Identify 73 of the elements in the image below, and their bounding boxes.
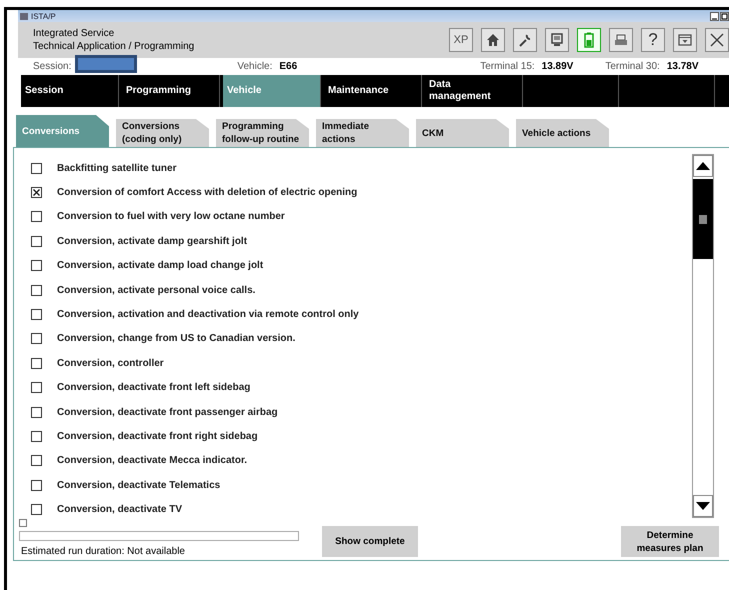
toolbar-button[interactable]: XP: [449, 28, 473, 52]
action-button[interactable]: Show complete: [322, 526, 418, 557]
vehicle-value: E66: [279, 61, 298, 72]
terminal-30-value: 13.78V: [666, 61, 699, 72]
scroll-down-button[interactable]: [693, 495, 713, 517]
wrench-icon: [518, 33, 532, 47]
terminal-15-value: 13.89V: [542, 61, 574, 72]
toolbar-button[interactable]: [513, 28, 537, 52]
checkbox[interactable]: [31, 162, 42, 174]
terminal-15-label: Terminal 15:: [480, 61, 535, 72]
option-label: Conversion, deactivate front passenger airbag: [57, 406, 278, 418]
toolbar-button[interactable]: [705, 28, 729, 52]
dropdown-panel-icon: [678, 34, 692, 46]
toolbar-button[interactable]: [609, 28, 633, 52]
option-label: Conversion, deactivate TV: [57, 504, 182, 516]
action-button[interactable]: Determine measures plan: [621, 526, 719, 557]
app-subtitle: Technical Application / Programming: [33, 40, 196, 53]
tab[interactable]: Conversions (coding only): [116, 119, 209, 147]
option-label: Conversion, deactivate front right sidebag: [57, 430, 258, 442]
app-icon: [20, 12, 28, 20]
option-label: Conversion of comfort Access with deletion of electric opening: [57, 187, 358, 198]
battery-icon: [583, 32, 595, 48]
option-label: Conversion, controller: [57, 358, 164, 369]
checkbox[interactable]: [31, 382, 42, 394]
checkbox[interactable]: [31, 236, 42, 247]
option-label: Conversion, activate damp load change jolt: [57, 260, 264, 272]
checkbox[interactable]: [31, 504, 42, 516]
checkbox[interactable]: [31, 187, 42, 198]
scrollbar[interactable]: [692, 154, 714, 518]
option-label: Conversion, activation and deactivation via remote control only: [57, 309, 359, 320]
toolbar-button[interactable]: [545, 28, 569, 52]
checkbox[interactable]: [31, 284, 42, 296]
up-arrow-icon: [696, 162, 710, 170]
checkbox[interactable]: [31, 260, 42, 272]
toolbar-button[interactable]: [673, 28, 697, 52]
tab[interactable]: Immediate actions: [316, 119, 409, 147]
option-label: Conversion to fuel with very low octane number: [57, 211, 285, 222]
option-label: Conversion, activate damp gearshift jolt: [57, 236, 248, 247]
scroll-thumb[interactable]: [693, 179, 713, 259]
tab[interactable]: Programming follow-up routine: [216, 119, 309, 147]
option-label: Backfitting satellite tuner: [57, 162, 176, 174]
terminal-30-label: Terminal 30:: [605, 61, 660, 72]
device-icon: [550, 33, 564, 47]
vehicle-label: Vehicle:: [237, 61, 272, 72]
toolbar-button[interactable]: [481, 28, 505, 52]
checkbox[interactable]: [31, 406, 42, 418]
session-label: Session:: [33, 61, 72, 72]
checkbox[interactable]: [31, 309, 42, 320]
checkbox[interactable]: [31, 333, 42, 344]
tab[interactable]: Vehicle actions: [516, 119, 609, 147]
down-arrow-icon: [696, 502, 710, 510]
close-icon: [710, 33, 724, 47]
checkbox[interactable]: [31, 455, 42, 466]
window-title: ISTA/P: [31, 12, 56, 20]
toolbar-button[interactable]: ?: [641, 28, 665, 52]
minimize-icon[interactable]: [710, 12, 719, 20]
checkbox[interactable]: [31, 358, 42, 369]
checkbox[interactable]: [31, 480, 42, 491]
redacted-block: [75, 54, 138, 72]
option-label: Conversion, deactivate front left sidebag: [57, 382, 250, 394]
option-label: Conversion, deactivate Mecca indicator.: [57, 455, 248, 466]
checkbox[interactable]: [31, 211, 42, 222]
run-duration-text: Estimated run duration: Not available: [21, 546, 185, 557]
home-icon: [486, 33, 500, 47]
maximize-icon[interactable]: [720, 12, 729, 20]
option-label: Conversion, activate personal voice calls.: [57, 284, 256, 296]
option-label: Conversion, change from US to Canadian version.: [57, 333, 296, 344]
option-label: Conversion, deactivate Telematics: [57, 480, 220, 491]
app-name: Integrated Service: [33, 27, 116, 40]
tab[interactable]: CKM: [416, 119, 509, 147]
scroll-up-button[interactable]: [693, 155, 713, 177]
printer-icon: [614, 34, 628, 46]
checkbox[interactable]: [31, 430, 42, 442]
